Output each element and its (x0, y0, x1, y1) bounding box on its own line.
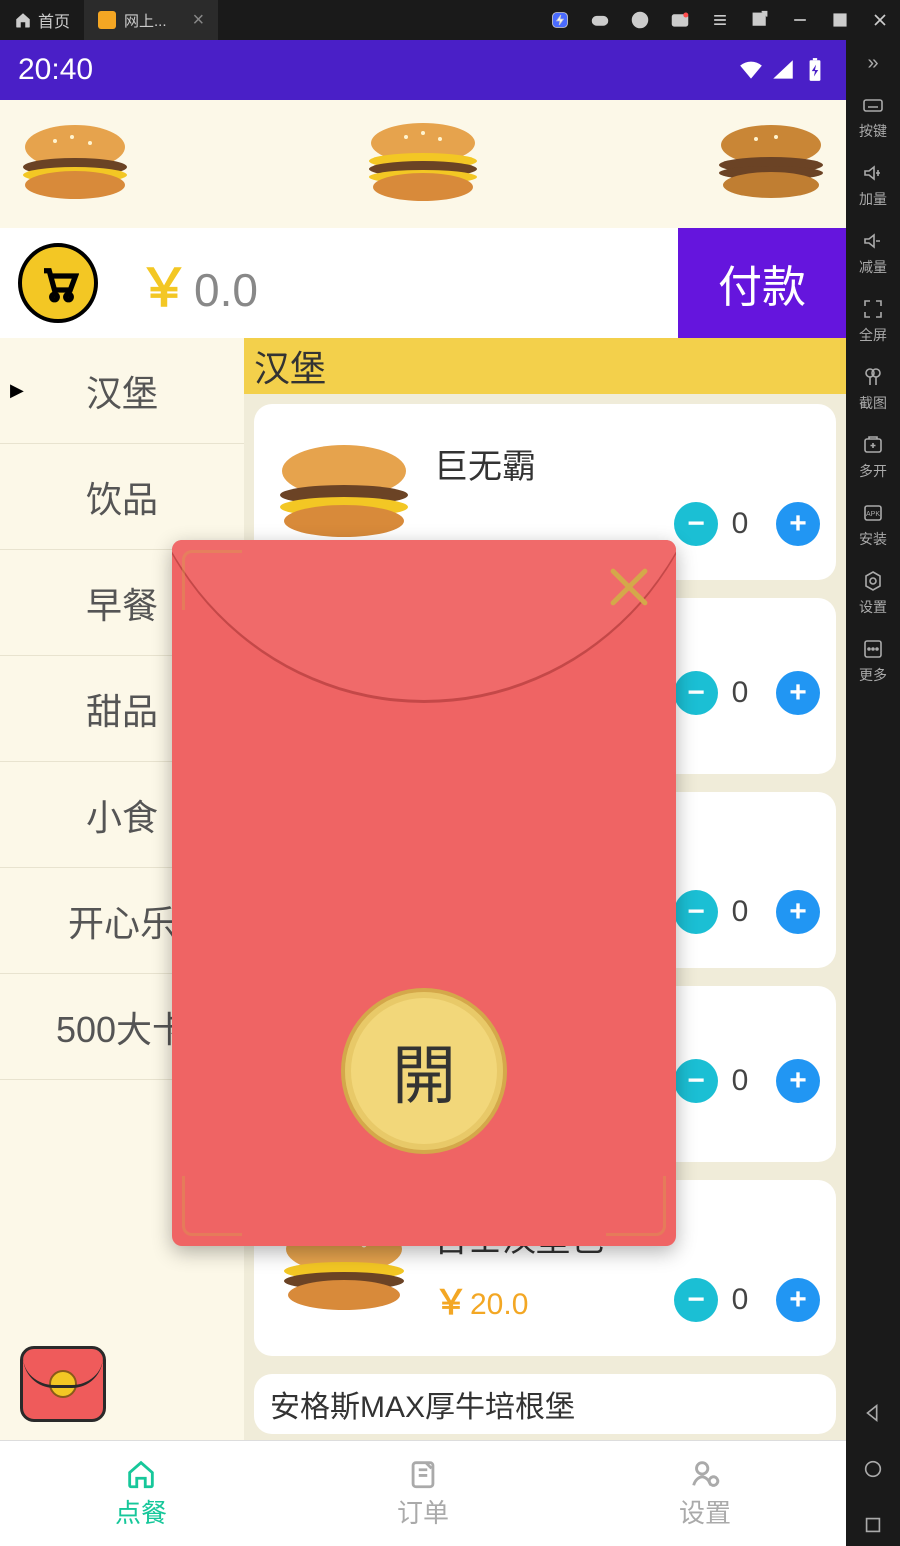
boost-icon[interactable] (540, 10, 580, 30)
android-status-bar: 20:40 (0, 40, 846, 100)
cart-amount: ￥ 0.0 (138, 246, 258, 321)
red-envelope-fab[interactable] (20, 1346, 106, 1422)
emulator-title-bar: 首页 网上... × (0, 0, 900, 40)
qty-value: 0 (718, 1283, 762, 1317)
banner-burger-3 (706, 119, 836, 209)
cart-icon (37, 262, 79, 304)
settings-icon (688, 1457, 722, 1491)
currency-symbol: ￥ (138, 246, 190, 321)
tab-title: 网上... (124, 10, 167, 31)
qty-plus-button[interactable]: + (776, 1278, 820, 1322)
cart-button[interactable] (18, 243, 98, 323)
product-price: ￥ 20.0 (434, 1275, 528, 1324)
sidebar-collapse-icon[interactable]: » (867, 48, 878, 83)
bottom-nav: 点餐 订单 设置 (0, 1440, 846, 1546)
emulator-home-button[interactable]: 首页 (0, 8, 84, 32)
coin-icon (49, 1370, 77, 1398)
minimize-icon[interactable] (780, 10, 820, 30)
qty-minus-button[interactable]: − (674, 1059, 718, 1103)
envelope-flap (172, 540, 676, 760)
home-icon (124, 1457, 158, 1491)
qty-value: 0 (718, 1064, 762, 1098)
popout-icon[interactable] (740, 10, 780, 30)
nav-settings[interactable]: 设置 (564, 1441, 846, 1546)
tab-close-button[interactable]: × (193, 9, 205, 32)
sidebar-settings[interactable]: 设置 (859, 559, 887, 627)
user-icon[interactable] (620, 10, 660, 30)
nav-order-food[interactable]: 点餐 (0, 1441, 282, 1546)
qty-value: 0 (718, 507, 762, 541)
product-name: 安格斯MAX厚牛培根堡 (270, 1382, 820, 1426)
banner-burger-1 (10, 119, 140, 209)
sidebar-fullscreen[interactable]: 全屏 (859, 287, 887, 355)
orders-icon (406, 1457, 440, 1491)
pay-button[interactable]: 付款 (678, 228, 846, 338)
menu-icon[interactable] (700, 10, 740, 30)
qty-value: 0 (718, 676, 762, 710)
maximize-icon[interactable] (820, 10, 860, 30)
promo-banner[interactable] (0, 100, 846, 228)
battery-icon (802, 57, 828, 83)
emulator-sidebar: » 按键 加量 减量 全屏 截图 多开 APK安装 设置 更多 (846, 40, 900, 1546)
signal-icon (770, 57, 796, 83)
section-header: 汉堡 (244, 338, 846, 394)
nav-recents-icon[interactable] (862, 1514, 884, 1536)
sidebar-keymap[interactable]: 按键 (859, 83, 887, 151)
android-nav-buttons (862, 1402, 884, 1536)
qty-plus-button[interactable]: + (776, 890, 820, 934)
envelope-open-button[interactable]: 開 (341, 988, 507, 1154)
qty-minus-button[interactable]: − (674, 890, 718, 934)
qty-plus-button[interactable]: + (776, 502, 820, 546)
cart-bar: ￥ 0.0 付款 (0, 228, 846, 338)
emulator-tab[interactable]: 网上... × (84, 0, 218, 40)
sidebar-volume-up[interactable]: 加量 (859, 151, 887, 219)
banner-burger-2 (358, 119, 488, 209)
sidebar-install-apk[interactable]: APK安装 (859, 491, 887, 559)
modal-close-button[interactable] (606, 564, 652, 610)
qty-minus-button[interactable]: − (674, 1278, 718, 1322)
qty-value: 0 (718, 895, 762, 929)
wifi-icon (738, 57, 764, 83)
red-envelope-modal: 開 (172, 540, 676, 1246)
svg-text:APK: APK (866, 511, 880, 518)
qty-minus-button[interactable]: − (674, 671, 718, 715)
close-window-icon[interactable] (860, 10, 900, 30)
sidebar-screenshot[interactable]: 截图 (859, 355, 887, 423)
category-item-drink[interactable]: 饮品 (0, 444, 244, 550)
category-item-burger[interactable]: 汉堡 (0, 338, 244, 444)
status-time: 20:40 (18, 53, 93, 87)
product-name: 巨无霸 (434, 439, 820, 488)
qty-plus-button[interactable]: + (776, 671, 820, 715)
gamepad-icon[interactable] (580, 10, 620, 30)
phone-screen: 20:40 ￥ 0.0 付款 汉堡 饮品 早餐 甜品 小食 开心乐 500大 (0, 40, 846, 1546)
nav-home-icon[interactable] (862, 1458, 884, 1480)
qty-plus-button[interactable]: + (776, 1059, 820, 1103)
mail-icon[interactable] (660, 10, 700, 30)
product-card: 安格斯MAX厚牛培根堡 (254, 1374, 836, 1434)
tab-favicon (98, 11, 116, 29)
product-image (264, 437, 424, 547)
emulator-home-label: 首页 (38, 8, 70, 32)
cart-value: 0.0 (194, 263, 258, 317)
nav-orders[interactable]: 订单 (282, 1441, 564, 1546)
sidebar-more[interactable]: 更多 (859, 627, 887, 695)
home-icon (14, 11, 32, 29)
sidebar-volume-down[interactable]: 减量 (859, 219, 887, 287)
qty-minus-button[interactable]: − (674, 502, 718, 546)
sidebar-multi-instance[interactable]: 多开 (859, 423, 887, 491)
nav-back-icon[interactable] (862, 1402, 884, 1424)
